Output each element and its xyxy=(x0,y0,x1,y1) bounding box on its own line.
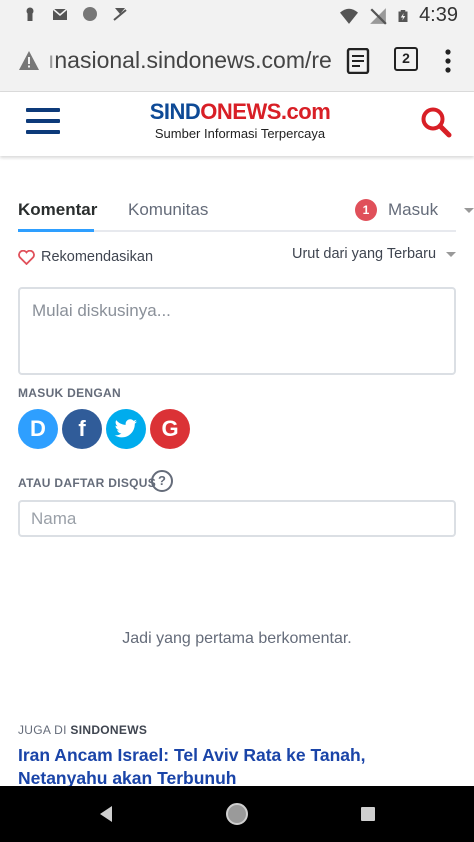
overflow-menu-icon[interactable] xyxy=(445,49,451,73)
comment-textarea[interactable] xyxy=(18,287,456,375)
battery-charging-icon xyxy=(398,9,408,22)
site-header: SINDONEWS.com Sumber Informasi Terpercay… xyxy=(0,92,474,156)
keyhole-icon xyxy=(26,7,34,21)
status-bar: 4:39 xyxy=(0,0,474,30)
login-dropdown[interactable]: Masuk xyxy=(388,200,438,220)
back-icon[interactable] xyxy=(98,805,114,823)
facebook-login-button[interactable]: f xyxy=(62,409,102,449)
status-time: 4:39 xyxy=(419,4,458,26)
twitter-bird-icon xyxy=(114,419,138,438)
no-signal-icon xyxy=(370,7,387,25)
name-field[interactable] xyxy=(18,500,456,537)
search-icon[interactable] xyxy=(420,106,452,138)
tab-switcher-button[interactable]: 2 xyxy=(394,47,418,71)
tab-comments[interactable]: Komentar xyxy=(18,200,97,220)
sort-chevron-down-icon[interactable] xyxy=(446,252,456,257)
chevron-down-icon[interactable] xyxy=(464,208,474,213)
recommend-button[interactable]: Rekomendasikan xyxy=(18,246,153,268)
empty-comments-message: Jadi yang pertama berkomentar. xyxy=(122,630,352,647)
warning-icon[interactable] xyxy=(18,50,40,72)
twitter-login-button[interactable] xyxy=(106,409,146,449)
related-label-site: SINDONEWS xyxy=(70,723,148,737)
home-icon[interactable] xyxy=(226,803,248,825)
disqus-tabs: Komentar Komunitas 1 Masuk xyxy=(18,190,474,232)
reader-mode-icon[interactable] xyxy=(346,48,370,74)
register-label: ATAU DAFTAR DISQUS xyxy=(18,476,157,490)
wifi-icon xyxy=(340,8,359,24)
google-login-button[interactable]: G xyxy=(150,409,190,449)
active-tab-indicator xyxy=(18,229,94,232)
tab-community[interactable]: Komunitas xyxy=(128,200,208,220)
sort-dropdown[interactable]: Urut dari yang Terbaru xyxy=(292,246,436,262)
related-label-prefix: JUGA DI xyxy=(18,723,71,737)
social-login-row: D f G xyxy=(18,409,190,449)
logo-text-sind: SIND xyxy=(149,99,201,124)
mail-icon xyxy=(52,8,68,20)
recommend-label: Rekomendasikan xyxy=(41,249,154,265)
heart-icon xyxy=(18,249,35,265)
related-headline-link[interactable]: Iran Ancam Israel: Tel Aviv Rata ke Tana… xyxy=(18,744,458,790)
site-tagline: Sumber Informasi Terpercaya xyxy=(154,126,326,141)
logo-text-o: O xyxy=(200,99,217,124)
disqus-login-button[interactable]: D xyxy=(18,409,58,449)
android-nav-bar xyxy=(0,786,474,842)
help-icon[interactable]: ? xyxy=(151,470,173,492)
hamburger-menu-icon[interactable] xyxy=(26,108,60,136)
url-text: nasional.sindonews.com/re xyxy=(54,47,332,73)
recents-icon[interactable] xyxy=(361,807,375,821)
site-logo[interactable]: SINDONEWS.com Sumber Informasi Terpercay… xyxy=(145,100,335,148)
browser-url-bar: ınasional.sindonews.com/re 2 xyxy=(0,30,474,92)
download-icon xyxy=(113,8,127,21)
login-with-label: MASUK DENGAN xyxy=(18,386,121,400)
logo-text-news: NEWS.com xyxy=(216,99,331,124)
circle-icon xyxy=(83,7,97,21)
related-label: JUGA DI SINDONEWS xyxy=(18,723,147,737)
url-field[interactable]: ınasional.sindonews.com/re xyxy=(48,47,333,74)
notification-badge[interactable]: 1 xyxy=(355,199,377,221)
